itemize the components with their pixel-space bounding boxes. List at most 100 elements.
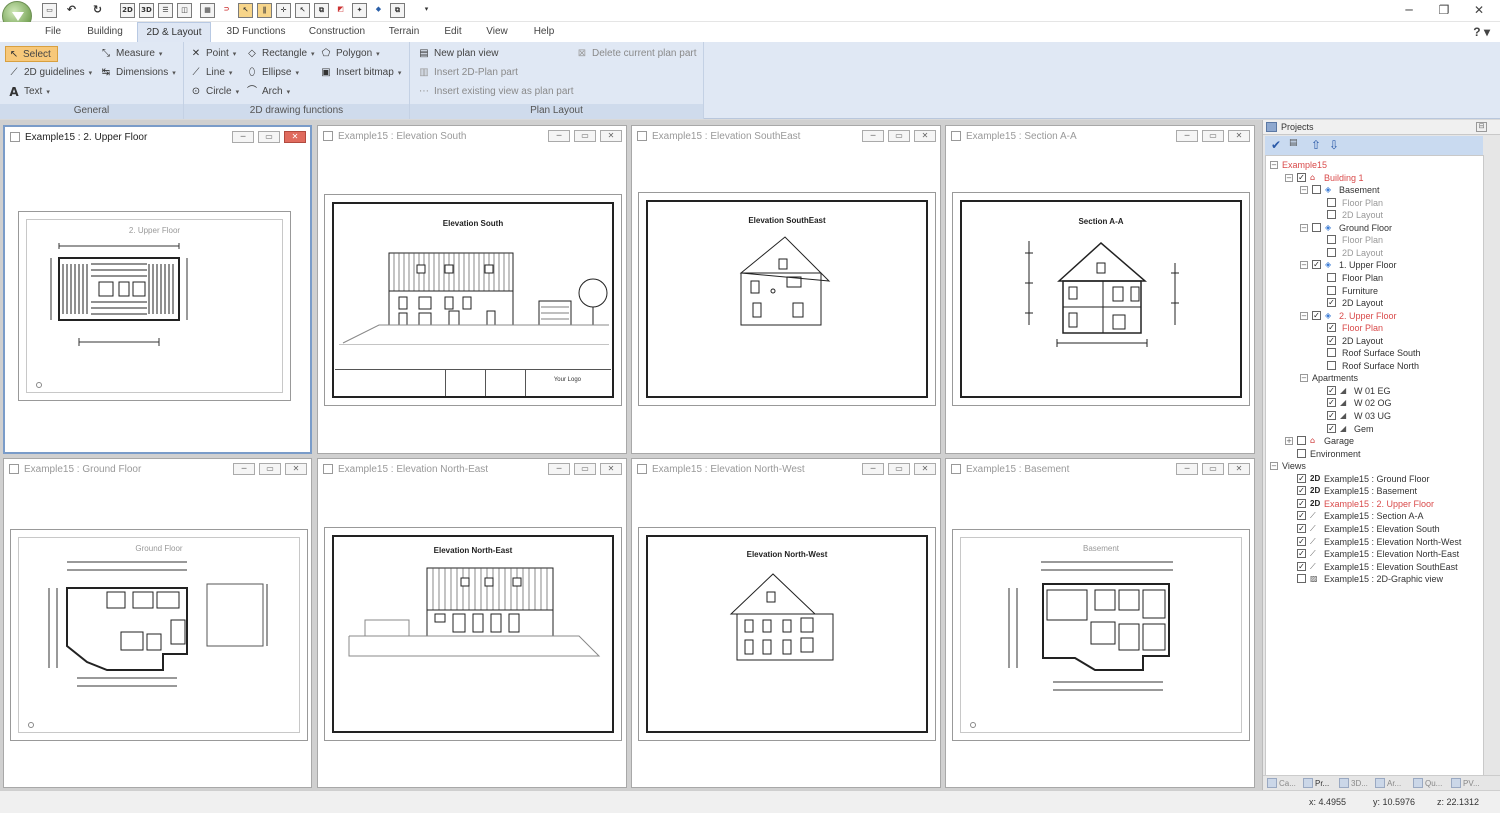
- view-window-elevation-southeast[interactable]: Example15 : Elevation SouthEast ─ ▭ ✕ Elev…: [631, 125, 941, 454]
- view-window-section-aa[interactable]: Example15 : Section A-A ─ ▭ ✕ Section A-A: [945, 125, 1255, 454]
- new-plan-view-button[interactable]: ▤ New plan view: [418, 46, 498, 62]
- visibility-checkbox[interactable]: ✓: [1297, 511, 1306, 521]
- view-minimize-button[interactable]: ─: [548, 463, 570, 475]
- tree-node-label[interactable]: Example15 : Elevation South: [1324, 523, 1440, 535]
- visibility-checkbox[interactable]: ✓: [1297, 523, 1306, 533]
- project-tree[interactable]: − Example15− ✓ ⌂ Building 1− ◈ Basement Floor P…: [1265, 155, 1484, 777]
- move-up-icon[interactable]: ⇧: [1311, 138, 1321, 152]
- tree-node-label[interactable]: Roof Surface South: [1342, 347, 1421, 359]
- view-maximize-button[interactable]: ▭: [259, 463, 281, 475]
- visibility-checkbox[interactable]: [1327, 197, 1336, 207]
- visibility-checkbox[interactable]: [1312, 185, 1321, 195]
- tab-3d[interactable]: 3D...: [1339, 777, 1368, 790]
- tree-node-label[interactable]: Floor Plan: [1342, 322, 1383, 334]
- tree-node-label[interactable]: 2. Upper Floor: [1339, 310, 1397, 322]
- split-horizontal-icon[interactable]: ☰: [158, 3, 173, 18]
- view-minimize-button[interactable]: ─: [232, 131, 254, 143]
- view-window-elevation-north-east[interactable]: Example15 : Elevation North-East ─ ▭ ✕ Ele…: [317, 458, 627, 788]
- view-maximize-button[interactable]: ▭: [574, 130, 596, 142]
- select-button[interactable]: ↖ Select: [5, 46, 58, 62]
- view-maximize-button[interactable]: ▭: [1202, 463, 1224, 475]
- view-3d-icon[interactable]: 3D: [139, 3, 154, 18]
- view-maximize-button[interactable]: ▭: [888, 463, 910, 475]
- tree-node-label[interactable]: Basement: [1339, 184, 1380, 196]
- view-close-button[interactable]: ✕: [914, 130, 936, 142]
- tree-node-label[interactable]: Example15 : Elevation SouthEast: [1324, 561, 1458, 573]
- view-minimize-button[interactable]: ─: [1176, 130, 1198, 142]
- properties-icon[interactable]: ▤: [1289, 138, 1298, 148]
- collapse-icon[interactable]: −: [1300, 223, 1308, 232]
- visibility-checkbox[interactable]: [1297, 436, 1306, 446]
- tree-node-label[interactable]: 2D Layout: [1342, 209, 1383, 221]
- tree-node-label[interactable]: Floor Plan: [1342, 272, 1383, 284]
- grid-icon[interactable]: ▦: [200, 3, 215, 18]
- visibility-checkbox[interactable]: ✓: [1297, 486, 1306, 496]
- visibility-checkbox[interactable]: [1327, 210, 1336, 220]
- menu-terrain[interactable]: Terrain: [382, 22, 426, 42]
- menu-construction[interactable]: Construction: [302, 22, 372, 42]
- tree-node-label[interactable]: Roof Surface North: [1342, 360, 1419, 372]
- export-icon[interactable]: ◩: [333, 3, 348, 18]
- check-icon[interactable]: ✔: [1271, 138, 1281, 152]
- split-vertical-icon[interactable]: ◫: [177, 3, 192, 18]
- tree-node-label[interactable]: Views: [1282, 460, 1306, 472]
- tab-projects[interactable]: Pr...: [1303, 777, 1329, 790]
- view-2d-icon[interactable]: 2D: [120, 3, 135, 18]
- collapse-icon[interactable]: −: [1300, 311, 1308, 320]
- visibility-checkbox[interactable]: ✓: [1327, 398, 1336, 408]
- visibility-checkbox[interactable]: [1327, 348, 1336, 358]
- tab-pv[interactable]: PV...: [1451, 777, 1480, 790]
- view-close-button[interactable]: ✕: [1228, 130, 1250, 142]
- measure-button[interactable]: ⤡ Measure ▾: [100, 46, 162, 62]
- tree-node-label[interactable]: 2D Layout: [1342, 297, 1383, 309]
- help-icon[interactable]: ? ▾: [1473, 25, 1490, 39]
- insert-2d-plan-button[interactable]: ▥ Insert 2D-Plan part: [418, 65, 518, 81]
- view-maximize-button[interactable]: ▭: [1202, 130, 1224, 142]
- dimensions-button[interactable]: ↹ Dimensions ▾: [100, 65, 176, 81]
- visibility-checkbox[interactable]: [1297, 448, 1306, 458]
- visibility-checkbox[interactable]: ✓: [1327, 335, 1336, 345]
- collapse-icon[interactable]: −: [1285, 173, 1293, 182]
- view-maximize-button[interactable]: ▭: [574, 463, 596, 475]
- view-close-button[interactable]: ✕: [285, 463, 307, 475]
- tree-node-label[interactable]: Example15 : Section A-A: [1324, 510, 1424, 522]
- menu-3d-functions[interactable]: 3D Functions: [220, 22, 292, 42]
- polygon-button[interactable]: ⬠ Polygon ▾: [320, 46, 380, 62]
- visibility-checkbox[interactable]: ✓: [1297, 172, 1306, 182]
- rectangle-button[interactable]: ◇ Rectangle ▾: [246, 46, 314, 62]
- circle-button[interactable]: ⊙ Circle ▾: [190, 84, 239, 100]
- tree-node-label[interactable]: W 01 EG: [1354, 385, 1391, 397]
- visibility-checkbox[interactable]: ✓: [1327, 385, 1336, 395]
- redo-icon[interactable]: ↻: [90, 3, 105, 18]
- ellipse-button[interactable]: ⬯ Ellipse ▾: [246, 65, 299, 81]
- tree-node-label[interactable]: Furniture: [1342, 285, 1378, 297]
- menu-file[interactable]: File: [34, 22, 72, 42]
- menu-2d-layout[interactable]: 2D & Layout: [137, 22, 211, 42]
- undo-icon[interactable]: ↶: [64, 3, 79, 18]
- tree-node-label[interactable]: Environment: [1310, 448, 1361, 460]
- view-close-button[interactable]: ✕: [600, 463, 622, 475]
- tree-node-label[interactable]: Floor Plan: [1342, 197, 1383, 209]
- tree-node-label[interactable]: W 02 OG: [1354, 397, 1392, 409]
- view-close-button[interactable]: ✕: [600, 130, 622, 142]
- collapse-icon[interactable]: −: [1270, 462, 1278, 471]
- view-minimize-button[interactable]: ─: [233, 463, 255, 475]
- tree-node-label[interactable]: Example15 : 2. Upper Floor: [1324, 498, 1434, 510]
- new-doc-icon[interactable]: ▭: [42, 3, 57, 18]
- minimize-button[interactable]: ─: [1398, 2, 1420, 19]
- copy-icon[interactable]: ⧉: [390, 3, 405, 18]
- view-close-button[interactable]: ✕: [914, 463, 936, 475]
- tree-node-label[interactable]: Building 1: [1324, 172, 1364, 184]
- pin-icon[interactable]: ⊟: [1476, 122, 1487, 132]
- visibility-checkbox[interactable]: [1327, 235, 1336, 245]
- visibility-checkbox[interactable]: ✓: [1297, 536, 1306, 546]
- customize-qat-icon[interactable]: ▾: [419, 3, 434, 18]
- visibility-checkbox[interactable]: [1297, 574, 1306, 584]
- visibility-checkbox[interactable]: [1327, 272, 1336, 282]
- view-window-ground-floor[interactable]: Example15 : Ground Floor ─ ▭ ✕ Ground Floo…: [3, 458, 312, 788]
- tree-node-label[interactable]: Gem: [1354, 423, 1374, 435]
- visibility-checkbox[interactable]: [1327, 360, 1336, 370]
- menu-edit[interactable]: Edit: [436, 22, 470, 42]
- brush-icon[interactable]: ◆: [371, 3, 386, 18]
- tree-node-label[interactable]: Example15 : Elevation North-East: [1324, 548, 1459, 560]
